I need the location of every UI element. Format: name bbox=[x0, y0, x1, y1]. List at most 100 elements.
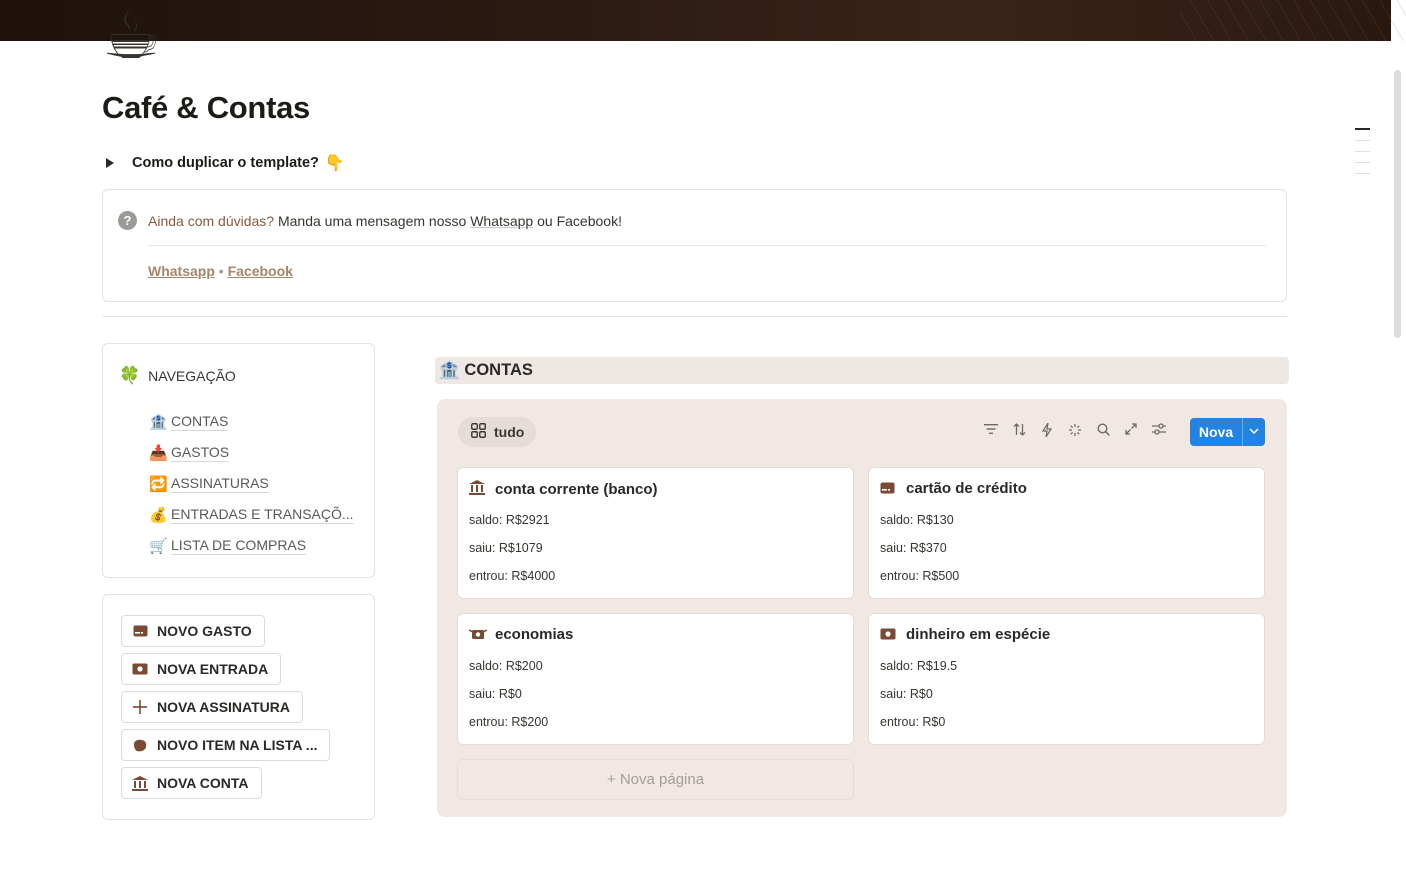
facebook-link[interactable]: Facebook bbox=[228, 263, 293, 279]
view-tab-tudo[interactable]: tudo bbox=[458, 417, 537, 447]
filter-icon[interactable] bbox=[977, 423, 1005, 440]
new-expense-button[interactable]: NOVO GASTO bbox=[121, 615, 265, 647]
card-header: cartão de crédito bbox=[880, 480, 1027, 497]
cover-leaf-decoration bbox=[1300, 0, 1406, 41]
navigation-list: 🏦 CONTAS 📥 GASTOS 🔁 ASSINATURAS 💰 ENTRAD… bbox=[149, 406, 354, 561]
outline-mark-active[interactable] bbox=[1355, 128, 1370, 130]
new-account-label: NOVA CONTA bbox=[157, 775, 249, 791]
account-card[interactable]: conta corrente (banco) saldo: R$2921 sai… bbox=[457, 467, 854, 599]
inbox-tray-icon: 📥 bbox=[149, 444, 168, 462]
bank-icon bbox=[469, 480, 488, 498]
new-shopping-item-button[interactable]: NOVO ITEM NA LISTA ... bbox=[121, 729, 331, 761]
callout-links: Whatsapp • Facebook bbox=[148, 263, 293, 279]
plus-icon: + bbox=[606, 771, 616, 788]
navigation-title: NAVEGAÇÃO bbox=[148, 368, 236, 384]
callout-whatsapp-mention[interactable]: Whatsapp bbox=[470, 213, 533, 229]
clover-icon: 🍀 bbox=[119, 366, 141, 385]
new-subscription-label: NOVA ASSINATURA bbox=[157, 699, 290, 715]
nav-item-label: ASSINATURAS bbox=[171, 475, 269, 493]
settings-sliders-icon[interactable] bbox=[1145, 423, 1173, 440]
card-entrou: entrou: R$0 bbox=[880, 715, 946, 729]
card-saldo: saldo: R$2921 bbox=[469, 513, 550, 527]
money-bag-icon: 💰 bbox=[149, 506, 168, 524]
card-header: dinheiro em espécie bbox=[880, 626, 1050, 643]
nav-item-lista-compras[interactable]: 🛒 LISTA DE COMPRAS bbox=[149, 530, 354, 561]
repeat-icon: 🔁 bbox=[149, 475, 168, 493]
nav-item-label: CONTAS bbox=[171, 413, 229, 431]
card-saldo: saldo: R$19.5 bbox=[880, 659, 958, 673]
chevron-down-icon[interactable] bbox=[1243, 418, 1265, 446]
nav-item-label: GASTOS bbox=[171, 444, 230, 462]
account-card[interactable]: economias saldo: R$200 saiu: R$0 entrou:… bbox=[457, 613, 854, 745]
card-saiu: saiu: R$0 bbox=[469, 687, 522, 701]
nav-item-contas[interactable]: 🏦 CONTAS bbox=[149, 406, 354, 437]
expand-icon[interactable] bbox=[1117, 423, 1145, 440]
ai-sparkle-icon[interactable] bbox=[1061, 423, 1089, 440]
search-icon[interactable] bbox=[1089, 423, 1117, 440]
toggle-arrow-icon[interactable] bbox=[106, 158, 114, 168]
card-title: conta corrente (banco) bbox=[495, 480, 658, 498]
card-title: economias bbox=[495, 626, 574, 643]
card-header: conta corrente (banco) bbox=[469, 480, 658, 498]
account-card[interactable]: cartão de crédito saldo: R$130 saiu: R$3… bbox=[868, 467, 1265, 599]
callout-text-or: ou Facebook! bbox=[533, 213, 622, 229]
quick-actions-panel: NOVO GASTO NOVA ENTRADA NOVA ASSINATURA … bbox=[102, 594, 375, 820]
card-saiu: saiu: R$370 bbox=[880, 541, 947, 555]
divider bbox=[102, 316, 1287, 317]
card-entrou: entrou: R$4000 bbox=[469, 569, 556, 583]
cover-leaf-decoration bbox=[1180, 0, 1300, 41]
whatsapp-link[interactable]: Whatsapp bbox=[148, 263, 215, 279]
toggle-duplicate-template[interactable]: Como duplicar o template? 👇 bbox=[106, 152, 345, 174]
callout-text-middle: Manda uma mensagem nosso bbox=[274, 213, 471, 229]
new-page-button[interactable]: + Nova página bbox=[457, 759, 854, 800]
outline-mark[interactable] bbox=[1355, 162, 1370, 163]
cash-icon bbox=[132, 661, 148, 677]
database-heading[interactable]: 🏦 CONTAS bbox=[435, 357, 1289, 384]
pointing-down-icon: 👇 bbox=[324, 155, 345, 172]
database-toolbar bbox=[977, 422, 1173, 440]
question-icon: ? bbox=[118, 211, 137, 230]
callout-highlight: Ainda com dúvidas? bbox=[148, 213, 275, 229]
cash-icon bbox=[880, 627, 899, 643]
bank-icon: 🏦 bbox=[149, 413, 168, 431]
sort-icon[interactable] bbox=[1005, 423, 1033, 440]
nav-item-assinaturas[interactable]: 🔁 ASSINATURAS bbox=[149, 468, 354, 499]
automation-icon[interactable] bbox=[1033, 422, 1061, 440]
new-account-button[interactable]: NOVA CONTA bbox=[121, 767, 262, 799]
shopping-cart-icon: 🛒 bbox=[149, 537, 168, 555]
card-header: economias bbox=[468, 626, 574, 643]
bank-icon: 🏦 bbox=[438, 360, 461, 380]
nav-item-gastos[interactable]: 📥 GASTOS bbox=[149, 437, 354, 468]
new-expense-label: NOVO GASTO bbox=[157, 623, 252, 639]
card-entrou: entrou: R$500 bbox=[880, 569, 960, 583]
cover-banner bbox=[0, 0, 1406, 41]
new-income-button[interactable]: NOVA ENTRADA bbox=[121, 653, 282, 685]
nav-item-entradas[interactable]: 💰 ENTRADAS E TRANSAÇÕ... bbox=[149, 499, 354, 530]
page-icon[interactable]: ☕ bbox=[102, 0, 182, 70]
new-entry-button[interactable]: Nova bbox=[1190, 418, 1265, 446]
cookie-icon bbox=[132, 737, 148, 753]
card-icon bbox=[132, 623, 148, 639]
outline-mark[interactable] bbox=[1355, 151, 1370, 152]
callout-text: Ainda com dúvidas? Manda uma mensagem no… bbox=[148, 213, 622, 229]
card-saldo: saldo: R$200 bbox=[469, 659, 543, 673]
card-title: cartão de crédito bbox=[906, 480, 1027, 497]
account-card[interactable]: dinheiro em espécie saldo: R$19.5 saiu: … bbox=[868, 613, 1265, 745]
page-outline[interactable] bbox=[1355, 128, 1370, 184]
plus-icon bbox=[132, 699, 148, 715]
navigation-panel: 🍀 NAVEGAÇÃO 🏦 CONTAS 📥 GASTOS 🔁 ASSINATU… bbox=[102, 343, 375, 578]
new-entry-label[interactable]: Nova bbox=[1190, 418, 1243, 446]
outline-mark[interactable] bbox=[1355, 173, 1370, 174]
card-saiu: saiu: R$0 bbox=[880, 687, 933, 701]
nav-item-label: LISTA DE COMPRAS bbox=[171, 537, 307, 555]
link-separator: • bbox=[214, 263, 228, 279]
database-title: CONTAS bbox=[464, 361, 533, 379]
callout-divider bbox=[148, 245, 1266, 246]
gallery-icon bbox=[471, 423, 486, 441]
page-title[interactable]: Café & Contas bbox=[102, 90, 310, 126]
new-income-label: NOVA ENTRADA bbox=[157, 661, 269, 677]
outline-mark[interactable] bbox=[1355, 140, 1370, 141]
scrollbar[interactable] bbox=[1394, 70, 1401, 338]
new-subscription-button[interactable]: NOVA ASSINATURA bbox=[121, 691, 303, 723]
card-title: dinheiro em espécie bbox=[906, 626, 1051, 643]
